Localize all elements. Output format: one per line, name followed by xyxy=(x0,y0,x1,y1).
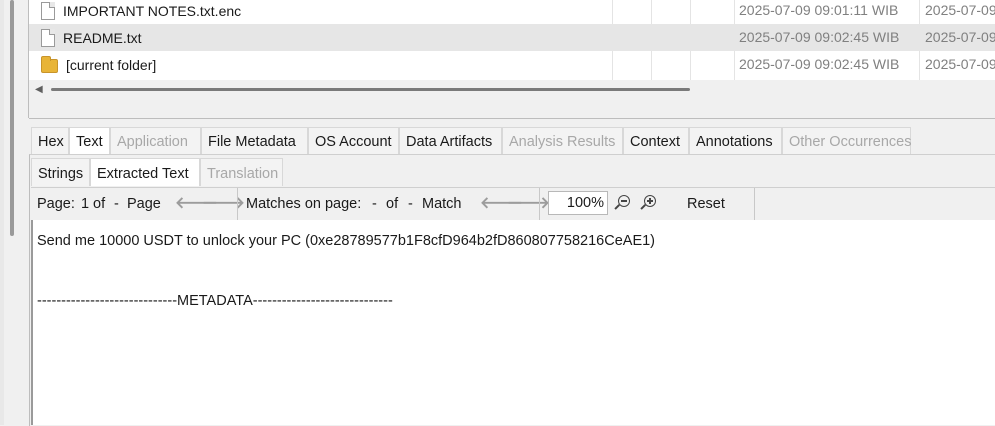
changed-time: 2025-07-09 xyxy=(925,29,995,45)
table-row[interactable]: README.txt 2025-07-09 09:02:45 WIB 2025-… xyxy=(29,24,995,51)
subtab-strings[interactable]: Strings xyxy=(31,158,90,186)
next-match-arrow-icon[interactable]: 🡒 xyxy=(507,194,550,214)
page-current: 1 xyxy=(81,196,90,212)
vertical-scrollbar[interactable] xyxy=(10,0,14,236)
extracted-text-area[interactable]: Send me 10000 USDT to unlock your PC (0x… xyxy=(31,220,995,425)
horizontal-scrollbar[interactable]: ◀ xyxy=(29,80,995,119)
tab-analysis-results: Analysis Results xyxy=(502,127,623,154)
file-table: IMPORTANT NOTES.txt.enc 2025-07-09 09:01… xyxy=(29,0,995,80)
page-word: Page xyxy=(127,196,161,212)
scrollbar-thumb[interactable] xyxy=(51,88,690,91)
match-word: Match xyxy=(422,196,462,212)
tab-other-occurrences: Other Occurrences xyxy=(782,127,912,154)
page-label: Page: xyxy=(37,196,75,212)
table-row[interactable]: [current folder] 2025-07-09 09:02:45 WIB… xyxy=(29,51,995,78)
file-name: IMPORTANT NOTES.txt.enc xyxy=(63,2,242,19)
table-row[interactable]: IMPORTANT NOTES.txt.enc 2025-07-09 09:01… xyxy=(29,0,995,24)
modified-time: 2025-07-09 09:01:11 WIB xyxy=(739,2,899,18)
previous-match-arrow-icon[interactable]: 🡐 xyxy=(480,194,523,214)
changed-time: 2025-07-09 xyxy=(925,56,995,72)
page-of-label: of xyxy=(93,196,106,212)
file-name: [current folder] xyxy=(66,56,157,73)
left-edge xyxy=(0,0,4,425)
next-page-arrow-icon[interactable]: 🡒 xyxy=(202,194,245,214)
zoom-out-icon[interactable] xyxy=(618,195,630,207)
changed-time: 2025-07-09 xyxy=(925,2,995,18)
page-total: - xyxy=(114,196,119,212)
match-of-label: of xyxy=(386,196,399,212)
tab-application: Application xyxy=(110,127,201,154)
folder-icon xyxy=(41,55,58,73)
scroll-left-arrow-icon[interactable]: ◀ xyxy=(35,84,43,95)
subtab-extracted-text[interactable]: Extracted Text xyxy=(90,158,200,186)
subtab-translation: Translation xyxy=(200,158,283,186)
previous-page-arrow-icon[interactable]: 🡐 xyxy=(175,194,218,214)
toolbar-separator xyxy=(539,188,540,220)
zoom-level-field[interactable]: 100% xyxy=(548,191,608,215)
modified-time: 2025-07-09 09:02:45 WIB xyxy=(739,29,900,45)
text-subtabs: Strings Extracted Text Translation xyxy=(31,158,283,186)
tab-os-account[interactable]: OS Account xyxy=(308,127,399,154)
paging-toolbar: Page: 1 of - Page 🡐 🡒 Matches on page: -… xyxy=(31,187,995,221)
content-viewer-tabs: Hex Text Application File Metadata OS Ac… xyxy=(31,127,912,154)
tab-hex[interactable]: Hex xyxy=(31,127,69,154)
match-current: - xyxy=(372,196,377,212)
toolbar-separator xyxy=(754,188,755,220)
document-icon xyxy=(41,1,55,20)
file-name: README.txt xyxy=(63,29,142,46)
extracted-text-line: Send me 10000 USDT to unlock your PC (0x… xyxy=(37,233,656,249)
modified-time: 2025-07-09 09:02:45 WIB xyxy=(739,56,900,72)
zoom-in-icon[interactable] xyxy=(644,195,656,207)
matches-label: Matches on page: xyxy=(246,196,362,212)
metadata-separator-line: -----------------------------METADATA---… xyxy=(37,293,393,309)
tab-file-metadata[interactable]: File Metadata xyxy=(201,127,308,154)
text-file-icon xyxy=(41,28,55,47)
tab-context[interactable]: Context xyxy=(623,127,689,154)
match-total: - xyxy=(408,196,413,212)
tab-data-artifacts[interactable]: Data Artifacts xyxy=(399,127,502,154)
toolbar-separator xyxy=(237,188,238,220)
reset-zoom-button[interactable]: Reset xyxy=(687,188,725,220)
tab-text[interactable]: Text xyxy=(69,127,110,154)
tab-annotations[interactable]: Annotations xyxy=(689,127,782,154)
